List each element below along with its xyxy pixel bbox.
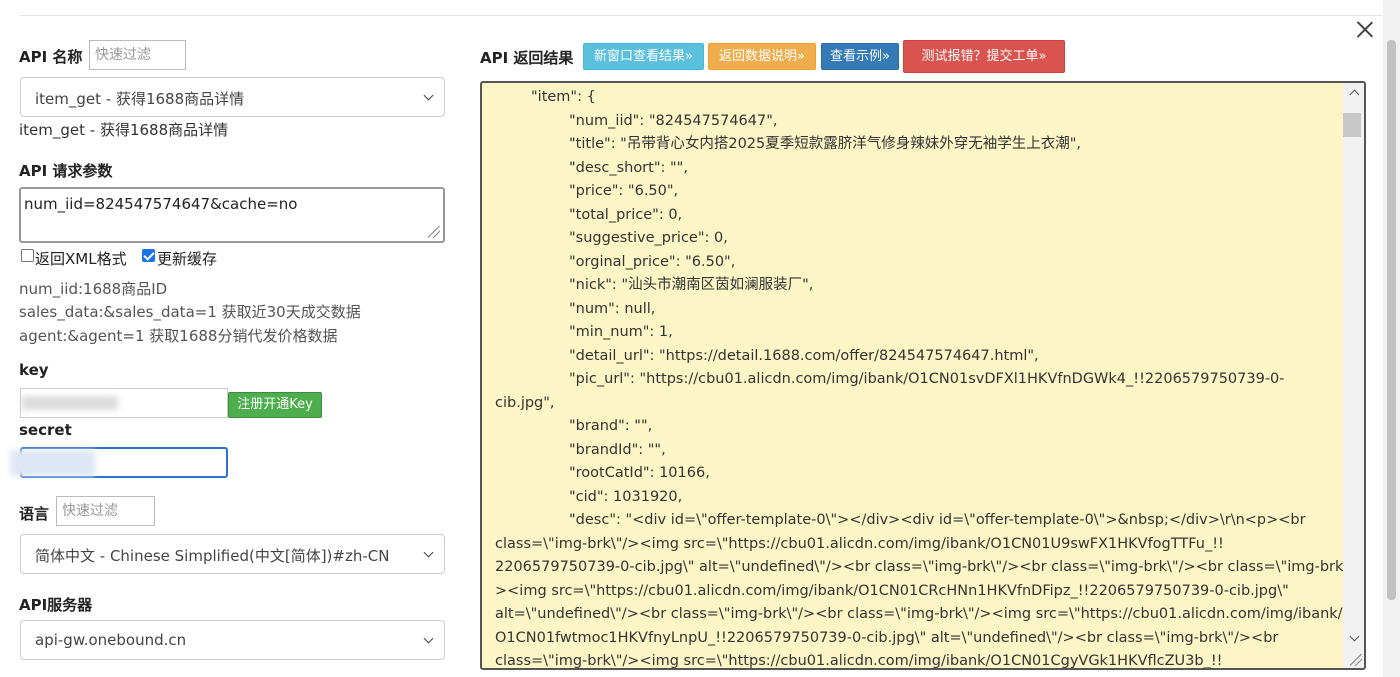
scroll-down-icon[interactable] [1349, 631, 1360, 642]
api-select-value: item_get - 获得1688商品详情 [35, 90, 245, 108]
chevron-down-icon [423, 90, 434, 101]
secret-label: secret [19, 421, 72, 439]
api-name-label: API 名称 [19, 48, 83, 66]
register-key-button[interactable]: 注册开通Key [228, 392, 322, 418]
result-line: "title": "吊带背心女内搭2025夏季短款露脐洋气修身辣妹外穿无袖学生上… [569, 136, 1082, 152]
close-icon[interactable] [1356, 20, 1374, 38]
key-label: key [19, 361, 49, 379]
api-selected-text: item_get - 获得1688商品详情 [19, 121, 229, 139]
result-line: "cid": 1031920, [569, 488, 683, 505]
api-select[interactable]: item_get - 获得1688商品详情 [20, 77, 445, 117]
secret-redacted [10, 450, 95, 476]
result-line: 2206579750739-0-cib.jpg\" alt=\"undefine… [495, 559, 1360, 575]
language-filter-input[interactable] [56, 496, 155, 526]
result-line: alt=\"undefined\"/><br class=\"img-brk\"… [495, 606, 1343, 622]
result-line: "num": null, [569, 300, 656, 317]
result-line: "item": { [531, 89, 596, 105]
xml-format-label: 返回XML格式 [35, 250, 127, 268]
result-line: "pic_url": "https://cbu01.alicdn.com/img… [569, 371, 1285, 387]
params-textarea[interactable]: num_iid=824547574647&cache=no [19, 187, 445, 243]
language-select[interactable]: 简体中文 - Chinese Simplified(中文[简体])#zh-CN [20, 534, 445, 574]
params-label: API 请求参数 [19, 162, 113, 180]
result-line: "brand": "", [569, 418, 653, 434]
result-line: class=\"img-brk\"/><img src=\"https://cb… [495, 653, 1223, 669]
api-filter-input[interactable] [89, 40, 186, 70]
key-redacted [22, 396, 118, 410]
return-data-doc-button[interactable]: 返回数据说明» [708, 43, 816, 70]
view-example-button[interactable]: 查看示例» [821, 43, 899, 70]
scroll-up-icon[interactable] [1349, 89, 1360, 100]
server-label: API服务器 [19, 596, 93, 614]
help-line: agent:&agent=1 获取1688分销代发价格数据 [19, 327, 338, 345]
result-line: ><img src=\"https://cbu01.alicdn.com/img… [495, 582, 1289, 599]
scroll-thumb[interactable] [1343, 113, 1361, 137]
result-line: "brandId": "", [569, 441, 666, 458]
result-content: "item": { "num_iid": "824547574647", "ti… [495, 86, 1360, 669]
page-scroll-thumb[interactable] [1387, 40, 1396, 600]
result-line: "suggestive_price": 0, [569, 230, 728, 246]
help-line: num_iid:1688商品ID [19, 280, 168, 298]
result-line: "rootCatId": 10166, [569, 465, 710, 481]
result-line: class=\"img-brk\"/><img src=\"https://cb… [495, 535, 1224, 552]
submit-ticket-button[interactable]: 测试报错？提交工单» [903, 40, 1065, 73]
result-line: "orginal_price": "6.50", [569, 253, 736, 270]
params-value: num_iid=824547574647&cache=no [24, 195, 298, 213]
result-line: "nick": "汕头市潮南区茵如澜服装厂", [569, 277, 814, 293]
chevron-down-icon [423, 547, 434, 558]
result-line: "price": "6.50", [569, 183, 679, 199]
resize-handle-icon[interactable] [428, 226, 440, 238]
open-new-window-button[interactable]: 新窗口查看结果» [583, 43, 704, 70]
result-line: O1CN01fwtmoc1HKVfnyLnpU_!!2206579750739-… [495, 629, 1279, 646]
help-line: sales_data:&sales_data=1 获取近30天成交数据 [19, 303, 361, 321]
update-cache-checkbox[interactable] [142, 249, 155, 262]
update-cache-label: 更新缓存 [157, 250, 218, 268]
result-scrollbar[interactable] [1343, 83, 1364, 668]
result-label: API 返回结果 [480, 49, 574, 67]
result-line: "total_price": 0, [569, 206, 683, 223]
result-line: "desc_short": "", [569, 159, 688, 176]
result-textarea[interactable]: "item": { "num_iid": "824547574647", "ti… [480, 81, 1366, 670]
result-line: cib.jpg", [495, 394, 555, 411]
server-select[interactable]: api-gw.onebound.cn [20, 620, 445, 660]
top-divider [20, 15, 1382, 16]
resize-handle-icon[interactable] [1350, 654, 1362, 666]
result-line: "desc": "<div id=\"offer-template-0\"></… [569, 512, 1306, 528]
result-line: "num_iid": "824547574647", [569, 112, 778, 129]
language-label: 语言 [19, 505, 50, 523]
language-select-value: 简体中文 - Chinese Simplified(中文[简体])#zh-CN [35, 547, 390, 565]
result-line: "detail_url": "https://detail.1688.com/o… [569, 347, 1039, 364]
xml-format-checkbox[interactable] [21, 249, 34, 262]
server-select-value: api-gw.onebound.cn [35, 631, 187, 649]
chevron-down-icon [423, 633, 434, 644]
result-line: "min_num": 1, [569, 324, 673, 340]
